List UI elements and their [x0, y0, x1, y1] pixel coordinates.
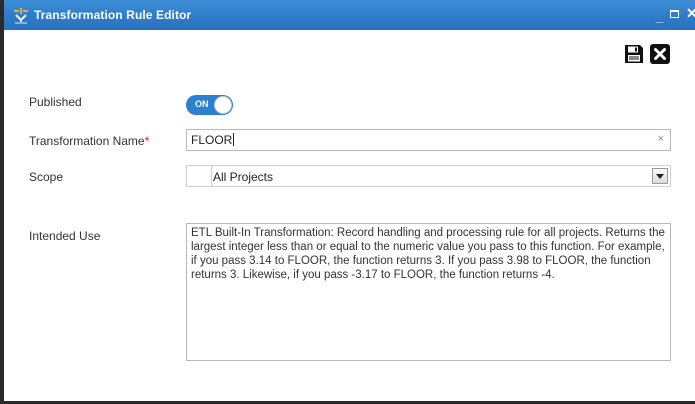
transformation-name-label-text: Transformation Name	[29, 134, 145, 148]
window-title: Transformation Rule Editor	[34, 8, 192, 22]
dropdown-arrow-icon[interactable]	[652, 168, 668, 184]
close-x-icon	[650, 44, 670, 64]
toggle-on-text: ON	[195, 99, 209, 109]
transformation-name-value: FLOOR	[191, 133, 235, 147]
maximize-icon	[670, 10, 679, 18]
transformation-name-input[interactable]: FLOOR ×	[186, 129, 671, 151]
text-caret	[233, 133, 235, 146]
floppy-disk-icon	[625, 45, 643, 63]
published-label: Published	[29, 95, 82, 109]
close-editor-button[interactable]	[649, 43, 671, 65]
transformation-name-label: Transformation Name*	[29, 134, 149, 148]
intended-use-label: Intended Use	[29, 229, 101, 243]
required-marker: *	[144, 134, 150, 148]
intended-use-textarea[interactable]: ETL Built-In Transformation: Record hand…	[186, 223, 671, 361]
toggle-knob[interactable]	[214, 96, 232, 114]
transformation-rule-editor-window: Transformation Rule Editor _ ✕ Published…	[0, 0, 695, 404]
save-button[interactable]	[623, 43, 645, 65]
window-close-button[interactable]: ✕	[686, 5, 695, 21]
maximize-button[interactable]	[670, 6, 679, 22]
clear-input-icon[interactable]: ×	[658, 133, 664, 145]
transformation-name-text: FLOOR	[191, 133, 233, 147]
scope-label: Scope	[29, 170, 64, 184]
scope-divider	[211, 166, 212, 186]
published-toggle[interactable]: ON	[186, 95, 233, 115]
scope-dropdown[interactable]: All Projects	[186, 165, 671, 187]
transformation-app-icon	[14, 8, 28, 24]
scope-selected-value: All Projects	[213, 170, 274, 184]
minimize-button[interactable]: _	[656, 9, 663, 25]
title-bar[interactable]: Transformation Rule Editor _ ✕	[4, 0, 695, 30]
